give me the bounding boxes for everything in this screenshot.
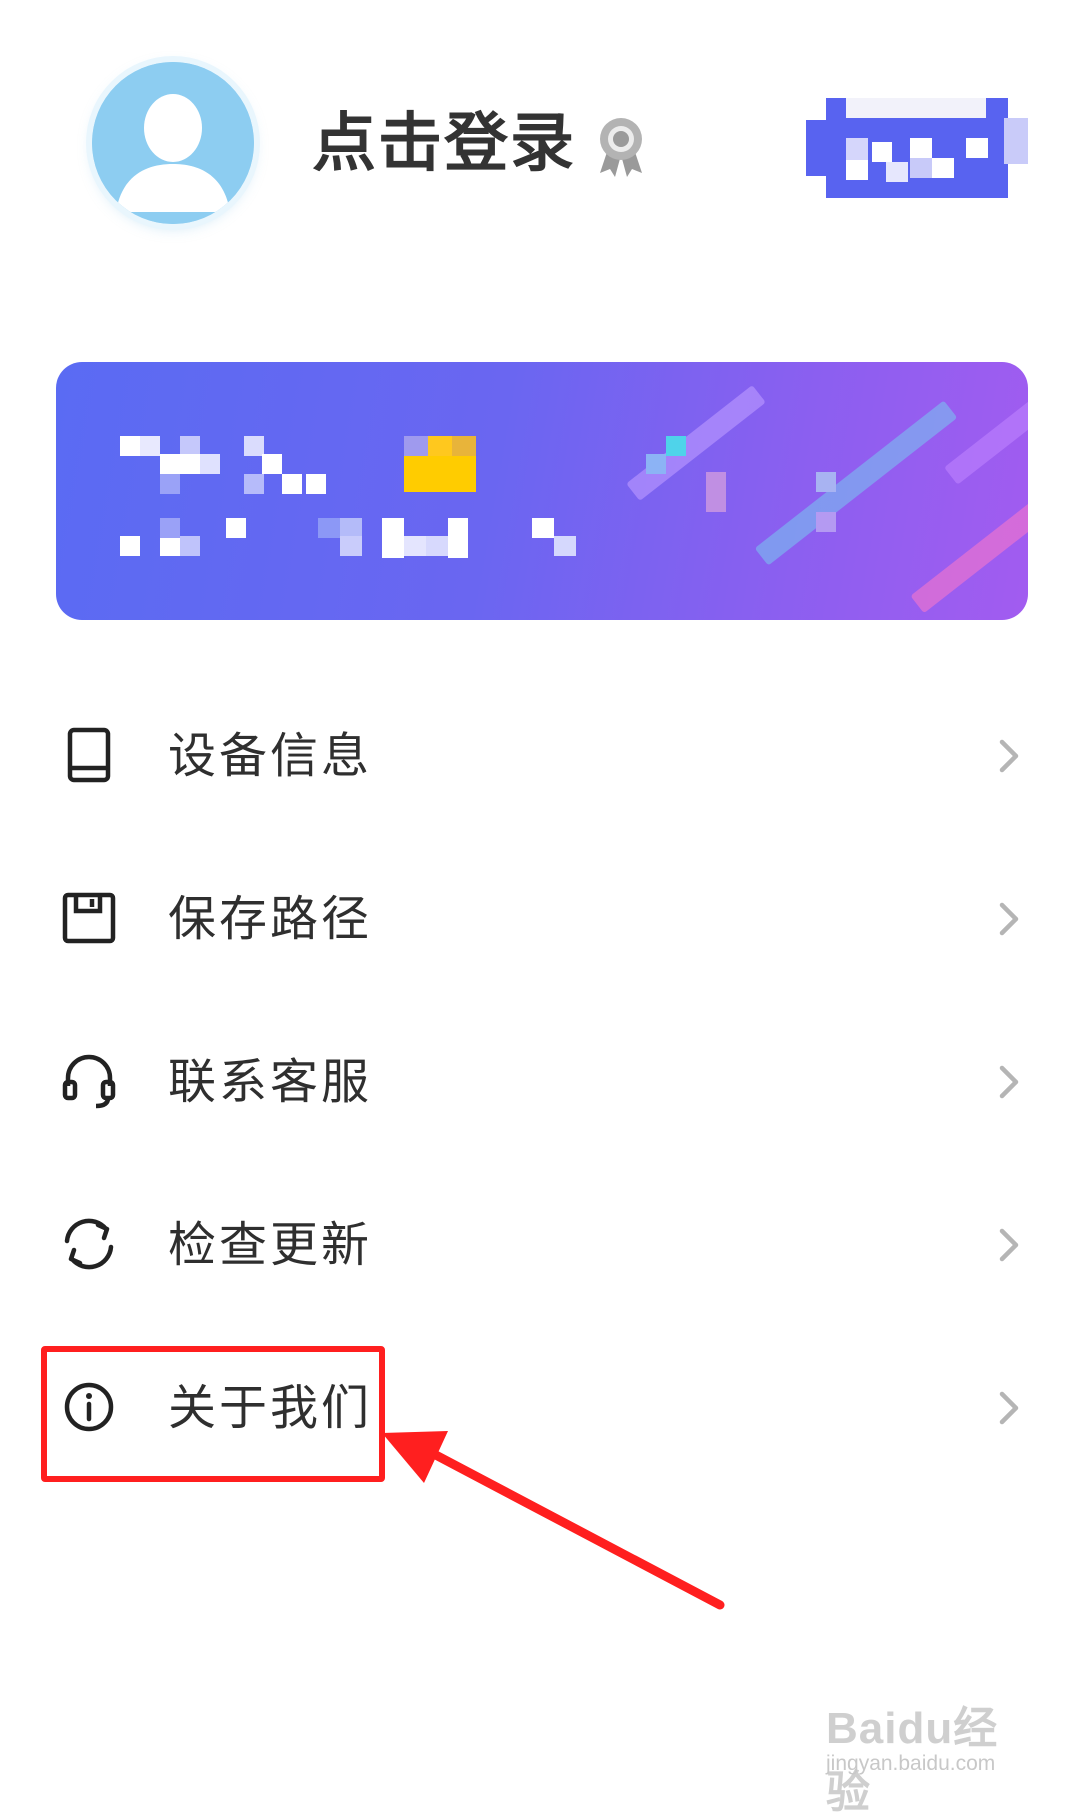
phone-device-icon xyxy=(58,724,120,786)
annotation-arrow-icon xyxy=(380,1425,730,1615)
profile-header: 点击登录 xyxy=(0,0,1080,300)
watermark-url: jingyan.baidu.com xyxy=(826,1752,996,1775)
menu-item-save-path[interactable]: 保存路径 xyxy=(0,853,1080,983)
menu-item-label: 联系客服 xyxy=(168,1054,373,1110)
menu-item-check-update[interactable]: 检查更新 xyxy=(0,1179,1080,1309)
menu-item-device-info[interactable]: 设备信息 xyxy=(0,690,1080,820)
annotation-highlight-box xyxy=(41,1346,385,1482)
obscured-vip-badge[interactable] xyxy=(806,98,1028,198)
chevron-right-icon xyxy=(994,1062,1022,1102)
headset-icon xyxy=(58,1050,120,1112)
login-prompt[interactable]: 点击登录 xyxy=(312,102,576,186)
menu-item-contact-support[interactable]: 联系客服 xyxy=(0,1016,1080,1146)
chevron-right-icon xyxy=(994,899,1022,939)
default-user-avatar-icon[interactable] xyxy=(92,62,254,224)
refresh-icon xyxy=(58,1213,120,1275)
award-badge-icon xyxy=(594,115,648,177)
menu-item-label: 保存路径 xyxy=(168,891,373,947)
watermark: Baidu经验 jingyan.baidu.com xyxy=(826,1692,1026,1817)
menu-item-label: 设备信息 xyxy=(168,728,373,784)
promo-banner[interactable] xyxy=(56,362,1028,620)
chevron-right-icon xyxy=(994,1388,1022,1428)
chevron-right-icon xyxy=(994,736,1022,776)
floppy-save-icon xyxy=(58,887,120,949)
chevron-right-icon xyxy=(994,1225,1022,1265)
menu-item-label: 检查更新 xyxy=(168,1217,373,1273)
